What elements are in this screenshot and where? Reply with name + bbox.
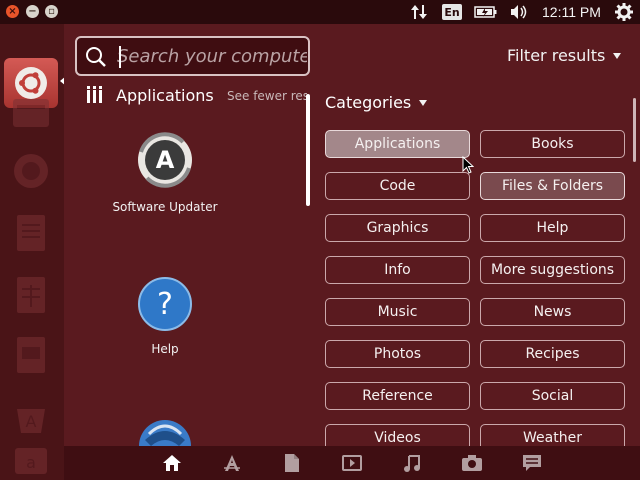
category-code[interactable]: Code: [325, 172, 470, 200]
category-recipes[interactable]: Recipes: [480, 340, 625, 368]
category-videos[interactable]: Videos: [325, 424, 470, 446]
category-more-suggestions[interactable]: More suggestions: [480, 256, 625, 284]
category-photos[interactable]: Photos: [325, 340, 470, 368]
video-icon[interactable]: [341, 452, 363, 474]
category-help[interactable]: Help: [480, 214, 625, 242]
applications-icon[interactable]: [221, 452, 243, 474]
home-icon[interactable]: [161, 452, 183, 474]
category-reference[interactable]: Reference: [325, 382, 470, 410]
category-info[interactable]: Info: [325, 256, 470, 284]
files-icon[interactable]: [281, 452, 303, 474]
filter-scrollbar[interactable]: [633, 98, 636, 162]
category-weather[interactable]: Weather: [480, 424, 625, 446]
category-music[interactable]: Music: [325, 298, 470, 326]
svg-text:a: a: [26, 453, 36, 472]
music-icon[interactable]: [401, 452, 423, 474]
category-applications[interactable]: Applications: [325, 130, 470, 158]
category-files-folders[interactable]: Files & Folders: [480, 172, 625, 200]
category-news[interactable]: News: [480, 298, 625, 326]
photo-icon[interactable]: [461, 452, 483, 474]
category-graphics[interactable]: Graphics: [325, 214, 470, 242]
category-buttons-area: Applications Books Code Files & Folders …: [0, 0, 640, 446]
category-books[interactable]: Books: [480, 130, 625, 158]
mouse-cursor-icon: [462, 156, 474, 174]
social-icon[interactable]: [521, 452, 543, 474]
category-social[interactable]: Social: [480, 382, 625, 410]
